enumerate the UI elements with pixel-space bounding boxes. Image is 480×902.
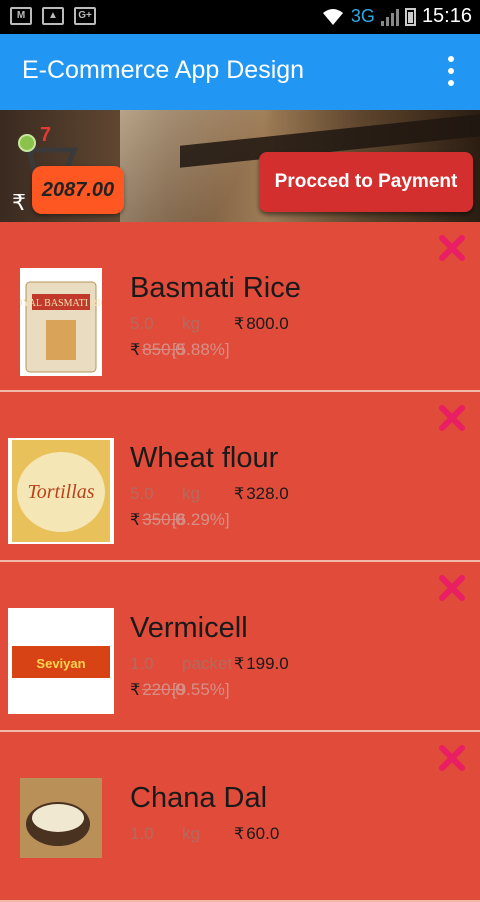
product-price-value: 60.0 <box>246 824 280 843</box>
google-plus-icon: G+ <box>74 7 96 25</box>
currency-symbol: ₹ <box>234 656 245 673</box>
currency-symbol: ₹ <box>12 190 26 215</box>
product-image-label: Seviyan <box>36 656 85 671</box>
image-icon: ▲ <box>42 7 64 25</box>
cart-indicator <box>18 134 36 152</box>
proceed-to-payment-button[interactable]: Procced to Payment <box>259 152 473 212</box>
product-price-value: 800.0 <box>246 314 289 333</box>
signal-icon <box>380 8 399 26</box>
product-discount: [9.55%] <box>172 680 230 699</box>
app-bar: E-Commerce App Design <box>0 34 480 110</box>
product-image: ROYAL BASMATI RICE <box>20 268 102 376</box>
product-price: ₹800.0 <box>234 314 289 334</box>
product-qty: 1.0 <box>130 824 154 843</box>
mrp-value: 850 <box>142 340 171 359</box>
currency-symbol: ₹ <box>234 486 245 503</box>
product-qty: 5.0 <box>130 484 154 503</box>
currency-symbol: ₹ <box>130 682 141 699</box>
product-name: Basmati Rice <box>130 272 301 304</box>
currency-symbol: ₹ <box>234 826 245 843</box>
overflow-menu-icon[interactable] <box>444 56 458 86</box>
clock: 15:16 <box>421 5 472 27</box>
list-item[interactable]: Seviyan Vermicell 1.0 packet ₹199.0 ₹220… <box>0 562 480 732</box>
product-unit: kg <box>182 824 200 843</box>
product-discount: [5.88%] <box>172 340 230 359</box>
currency-symbol: ₹ <box>234 316 245 333</box>
product-qty: 5.0 <box>130 314 154 333</box>
list-item[interactable]: ROYAL BASMATI RICE Basmati Rice 5.0 kg ₹… <box>0 222 480 392</box>
list-item[interactable]: Tortillas Wheat flour 5.0 kg ₹328.0 ₹350… <box>0 392 480 562</box>
battery-icon <box>404 7 416 26</box>
product-image <box>20 778 102 858</box>
total-amount: 2087.00 <box>32 166 124 214</box>
product-name: Wheat flour <box>130 442 279 474</box>
product-qty: 1.0 <box>130 654 154 673</box>
mrp-value: 350 <box>142 510 171 529</box>
remove-icon[interactable] <box>438 404 466 432</box>
product-unit: kg <box>182 314 200 333</box>
network-type: 3G <box>350 6 375 26</box>
mrp-value: 220 <box>142 680 171 699</box>
wifi-icon <box>322 8 343 25</box>
currency-symbol: ₹ <box>130 342 141 359</box>
product-price: ₹60.0 <box>234 824 279 844</box>
cart-count: 7 <box>40 124 52 146</box>
list-item[interactable]: Chana Dal 1.0 kg ₹60.0 <box>0 732 480 902</box>
product-image-label: ROYAL BASMATI RICE <box>20 298 102 309</box>
remove-icon[interactable] <box>438 744 466 772</box>
product-unit: packet <box>182 654 233 673</box>
product-price-value: 199.0 <box>246 654 289 673</box>
remove-icon[interactable] <box>438 574 466 602</box>
product-price: ₹328.0 <box>234 484 289 504</box>
mail-icon: M <box>10 7 32 25</box>
product-name: Chana Dal <box>130 782 268 814</box>
product-name: Vermicell <box>130 612 248 644</box>
cart-list: ROYAL BASMATI RICE Basmati Rice 5.0 kg ₹… <box>0 222 480 902</box>
product-image-label: Tortillas <box>27 481 94 503</box>
remove-icon[interactable] <box>438 234 466 262</box>
product-discount: [6.29%] <box>172 510 230 529</box>
app-title: E-Commerce App Design <box>22 56 305 84</box>
product-price-value: 328.0 <box>246 484 289 503</box>
product-price: ₹199.0 <box>234 654 289 674</box>
status-bar: M ▲ G+ 3G 15:16 <box>0 0 480 34</box>
product-image: Tortillas <box>8 438 114 544</box>
currency-symbol: ₹ <box>130 512 141 529</box>
product-image: Seviyan <box>8 608 114 714</box>
product-unit: kg <box>182 484 200 503</box>
